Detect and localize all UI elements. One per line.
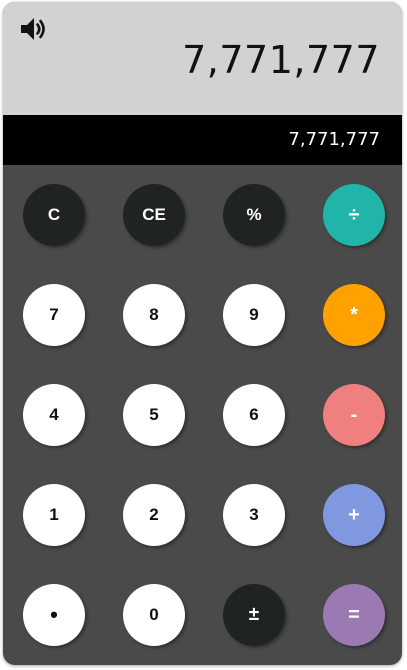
digit-2-button[interactable]: 2 (123, 484, 185, 546)
digit-5-button[interactable]: 5 (123, 384, 185, 446)
speaker-volume-icon[interactable] (17, 14, 47, 44)
decimal-point-button[interactable]: • (23, 584, 85, 646)
digit-4-button[interactable]: 4 (23, 384, 85, 446)
history-value: 7,771,777 (288, 129, 380, 150)
multiply-button[interactable]: * (323, 284, 385, 346)
divide-button[interactable]: ÷ (323, 184, 385, 246)
history-bar: 7,771,777 (3, 115, 402, 165)
subtract-button[interactable]: - (323, 384, 385, 446)
digit-0-button[interactable]: 0 (123, 584, 185, 646)
negate-button[interactable]: ± (223, 584, 285, 646)
calculator: 7,771,777 7,771,777 C CE % ÷ 7 8 9 * 4 5… (3, 2, 402, 665)
digit-7-button[interactable]: 7 (23, 284, 85, 346)
clear-button[interactable]: C (23, 184, 85, 246)
digit-1-button[interactable]: 1 (23, 484, 85, 546)
display-value: 7,771,777 (182, 38, 380, 82)
keypad: C CE % ÷ 7 8 9 * 4 5 6 - 1 2 3 + • 0 ± = (3, 165, 402, 665)
add-button[interactable]: + (323, 484, 385, 546)
display-panel: 7,771,777 (3, 2, 402, 115)
clear-entry-button[interactable]: CE (123, 184, 185, 246)
digit-6-button[interactable]: 6 (223, 384, 285, 446)
digit-3-button[interactable]: 3 (223, 484, 285, 546)
digit-8-button[interactable]: 8 (123, 284, 185, 346)
equals-button[interactable]: = (323, 584, 385, 646)
digit-9-button[interactable]: 9 (223, 284, 285, 346)
percent-button[interactable]: % (223, 184, 285, 246)
